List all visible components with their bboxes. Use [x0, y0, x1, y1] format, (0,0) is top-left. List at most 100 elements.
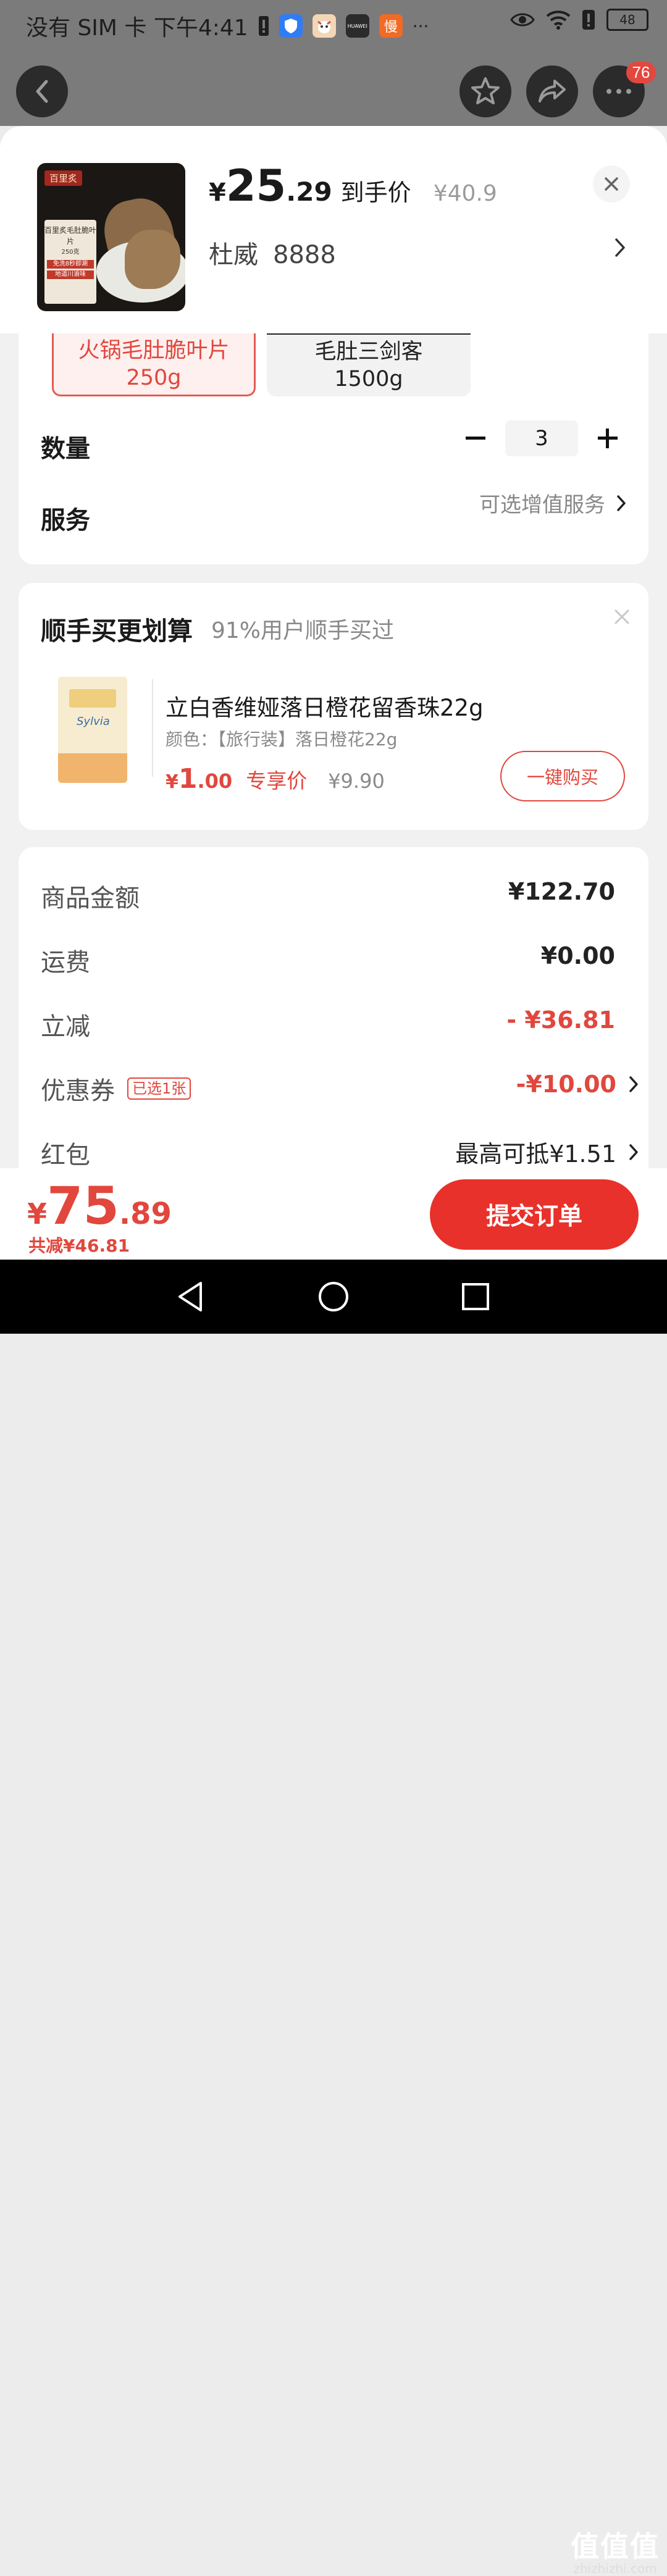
close-icon[interactable] [614, 609, 630, 625]
divider [152, 679, 153, 777]
service-selector[interactable]: 可选增值服务 [479, 488, 626, 518]
increase-button[interactable] [589, 420, 626, 457]
product-thumbnail[interactable]: 百里炙 百里炙毛肚脆叶片 250克 免洗8秒即涮 地道川渝味 [37, 163, 185, 311]
recipient-phone: 8888 [273, 241, 336, 269]
close-button[interactable] [593, 165, 630, 203]
addon-price-integer: 1 [178, 763, 198, 795]
price-tag: 到手价 [340, 179, 411, 206]
battery-warning-icon [258, 16, 269, 36]
more-button[interactable]: 76 [593, 62, 656, 117]
addon-title: 顺手买更划算 [41, 616, 193, 646]
order-sheet: 百里炙 百里炙毛肚脆叶片 250克 免洗8秒即涮 地道川渝味 ¥ 25 .29 … [0, 126, 667, 1257]
carrier-time: 没有 SIM 卡 下午4:41 [26, 15, 248, 41]
addon-product-image[interactable]: Sylvia [58, 677, 127, 783]
thumb-package: 百里炙毛肚脆叶片 250克 免洗8秒即涮 地道川渝味 [44, 220, 96, 304]
quantity-stepper: 3 [457, 420, 626, 457]
spec-card: 火锅毛肚脆叶片 250g 毛肚三剑客 1500g 数量 3 服务 可选增值服务 [19, 311, 648, 564]
summary-key: 立减 [41, 1013, 90, 1041]
more-notifications: ··· [412, 15, 429, 36]
decrease-button[interactable] [457, 420, 494, 457]
addon-original-price: ¥9.90 [328, 769, 385, 793]
summary-value: -¥10.00 [516, 1071, 616, 1098]
service-label: 服务 [41, 506, 90, 535]
spec-option-2-name: 毛肚三剑客 [314, 340, 423, 364]
summary-key: 运费 [41, 948, 90, 977]
original-price: ¥40.9 [433, 181, 497, 206]
summary-value: ¥0.00 [540, 942, 615, 969]
total-integer: 75 [47, 1176, 119, 1236]
addon-price: ¥ 1 .00 专享价 ¥9.90 [166, 763, 385, 795]
thumb-title: 百里炙毛肚脆叶片 [44, 226, 97, 246]
price-decimal: .29 [286, 177, 332, 207]
price-yen: ¥ [209, 178, 226, 207]
summary-row-red-packet[interactable]: 红包 最高可抵¥1.51 [41, 1135, 638, 1172]
chevron-right-icon [629, 1144, 638, 1160]
band-shape [58, 753, 127, 783]
summary-key: 优惠券 [41, 1077, 115, 1105]
plus-icon [598, 429, 618, 448]
summary-key: 红包 [41, 1141, 90, 1169]
alert-icon [582, 10, 595, 30]
battery-icon: 48 [606, 9, 648, 31]
chevron-right-icon [615, 238, 625, 257]
share-button[interactable] [526, 65, 578, 117]
more-dots-icon [606, 89, 631, 94]
summary-key: 商品金额 [41, 884, 140, 913]
nav-home-button[interactable] [315, 1278, 352, 1315]
nav-recents-button[interactable] [457, 1278, 494, 1315]
recipient-name: 杜威 [209, 241, 258, 269]
addon-logo: Sylvia [77, 715, 110, 728]
addon-card: 顺手买更划算 91%用户顺手买过 Sylvia 立白香维娅落日橙花留香珠22g … [19, 583, 648, 830]
thumb-promo-2: 地道川渝味 [47, 270, 94, 279]
addon-price-tag: 专享价 [246, 769, 308, 793]
one-click-buy-button[interactable]: 一键购买 [500, 751, 625, 801]
address-row[interactable]: 杜威 8888 [209, 235, 336, 270]
addon-product-name[interactable]: 立白香维娅落日橙花留香珠22g [166, 689, 484, 722]
coupon-selected-tag: 已选1张 [127, 1077, 191, 1100]
spec-option-1[interactable]: 火锅毛肚脆叶片 250g [52, 333, 256, 396]
product-header: 百里炙 百里炙毛肚脆叶片 250克 免洗8秒即涮 地道川渝味 ¥ 25 .29 … [0, 126, 667, 333]
share-icon [539, 80, 566, 102]
submit-order-button[interactable]: 提交订单 [430, 1179, 639, 1250]
chevron-right-icon [617, 495, 626, 511]
pattern-shape [69, 689, 116, 708]
cart-badge: 76 [626, 62, 656, 83]
watermark-title: 值值值 [571, 2530, 660, 2563]
wifi-icon [546, 10, 571, 30]
summary-row-coupon[interactable]: 优惠券 已选1张 -¥10.00 [41, 1071, 638, 1108]
star-icon [471, 77, 500, 104]
circle-home-icon [319, 1282, 348, 1311]
huawei-label: HUAWEI [347, 23, 367, 29]
product-price: ¥ 25 .29 到手价 ¥40.9 [209, 161, 497, 211]
watermark-url: zhizhizhi.com [573, 2561, 657, 2576]
favorite-button[interactable] [459, 65, 511, 117]
summary-row-discount: 立减 - ¥36.81 [41, 1006, 615, 1043]
chevron-right-icon [629, 1076, 638, 1092]
watermark: 值值值 zhizhizhi.com [571, 2524, 660, 2576]
thumb-weight: 250克 [61, 249, 80, 256]
total-yen: ¥ [27, 1197, 48, 1231]
addon-subtitle: 91%用户顺手买过 [211, 618, 395, 643]
addon-price-decimal: .00 [197, 769, 233, 793]
total-saving: 共减¥46.81 [28, 1236, 130, 1256]
summary-row-shipping: 运费 ¥0.00 [41, 942, 615, 979]
pay-bar: ¥ 75 .89 共减¥46.81 提交订单 [0, 1168, 667, 1260]
quantity-input[interactable]: 3 [505, 420, 578, 456]
eye-icon [510, 13, 535, 27]
cat-app-icon [312, 14, 336, 38]
chevron-left-icon [36, 80, 48, 103]
system-nav-bar: 值值值 zhizhizhi.com [0, 1260, 667, 2576]
summary-value: - ¥36.81 [506, 1006, 615, 1034]
spec-option-2-weight: 1500g [334, 367, 403, 391]
back-button[interactable] [16, 65, 68, 117]
addon-product-color: 颜色：【旅行装】落日橙花22g [166, 729, 398, 750]
slow-app-label: 慢 [384, 20, 398, 35]
tripe-shape-2 [125, 230, 180, 289]
thumb-promo-1: 免洗8秒即涮 [47, 260, 94, 269]
total-price: ¥ 75 .89 [27, 1176, 172, 1236]
spec-option-2[interactable]: 毛肚三剑客 1500g [267, 333, 471, 396]
close-icon [605, 177, 618, 191]
nav-back-button[interactable] [172, 1278, 209, 1315]
thumb-brand: 百里炙 [44, 170, 83, 186]
spec-option-1-weight: 250g [126, 365, 182, 390]
